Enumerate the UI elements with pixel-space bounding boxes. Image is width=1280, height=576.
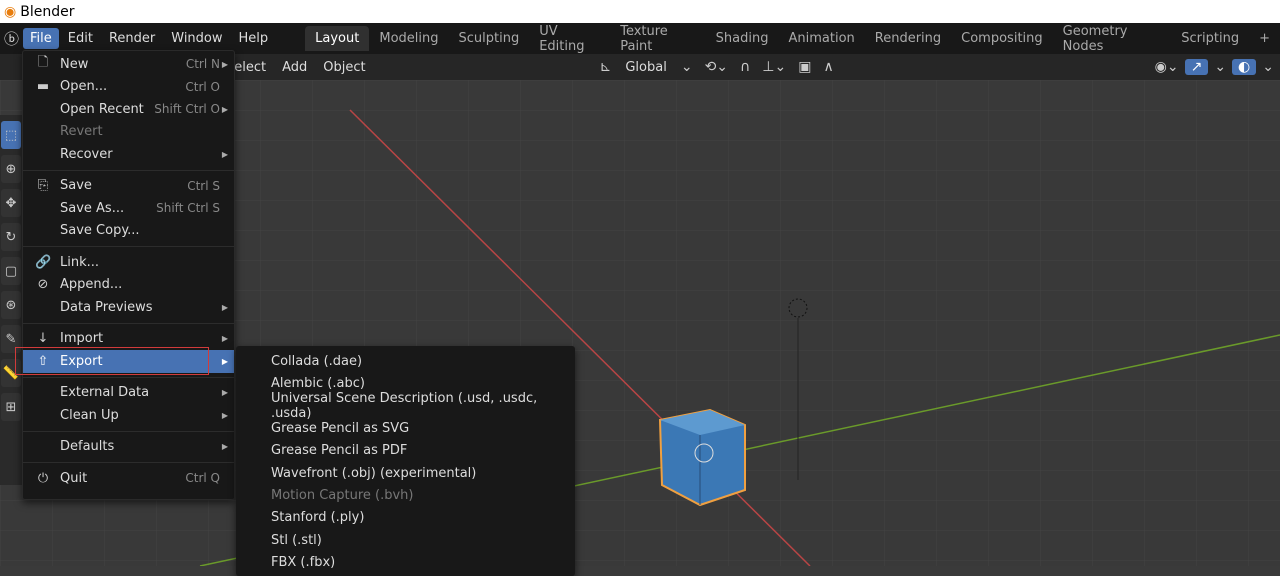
scale-icon[interactable]: ▢: [1, 257, 21, 285]
append-icon: ⊘: [37, 277, 49, 293]
menu-separator: [23, 376, 234, 378]
export-collada[interactable]: Collada (.dae): [236, 350, 575, 372]
pivot-icon[interactable]: ⟲⌄: [699, 59, 734, 75]
menu-item-link[interactable]: 🔗 Link...: [23, 251, 234, 274]
window-title: Blender: [20, 3, 75, 20]
export-grease-pencil-pdf[interactable]: Grease Pencil as PDF: [236, 440, 575, 462]
menu-item-new[interactable]: 🗋 New Ctrl N ▶: [23, 53, 234, 76]
menu-item-open-recent[interactable]: Open Recent Shift Ctrl O ▶: [23, 98, 234, 121]
transform-icon[interactable]: ⊛: [1, 291, 21, 319]
file-menu: 🗋 New Ctrl N ▶ ▬ Open... Ctrl O Open Recent Sh…: [22, 50, 235, 500]
menu-file[interactable]: File: [23, 28, 59, 49]
menu-item-append[interactable]: ⊘ Append...: [23, 274, 234, 297]
tab-texture-paint[interactable]: Texture Paint: [610, 19, 705, 59]
submenu-arrow-icon: ▶: [221, 442, 228, 452]
menu-item-external-data[interactable]: External Data ▶: [23, 382, 234, 405]
snap-target-icon[interactable]: ⊥⌄: [756, 59, 792, 75]
tab-scripting[interactable]: Scripting: [1171, 26, 1249, 51]
folder-icon: ▬: [36, 79, 50, 95]
menu-item-recover[interactable]: Recover ▶: [23, 143, 234, 166]
chevron-down-icon[interactable]: ⌄: [1208, 59, 1232, 75]
menu-edit[interactable]: Edit: [61, 28, 100, 49]
submenu-arrow-icon: ▶: [221, 302, 228, 312]
submenu-arrow-icon: ▶: [221, 410, 228, 420]
menu-item-clean-up[interactable]: Clean Up ▶: [23, 404, 234, 427]
submenu-arrow-icon: ▶: [221, 59, 228, 69]
menu-help[interactable]: Help: [232, 28, 276, 49]
menu-render[interactable]: Render: [102, 28, 162, 49]
export-motion-capture: Motion Capture (.bvh): [271, 488, 414, 504]
export-fbx[interactable]: FBX (.fbx): [236, 552, 575, 574]
select-box-icon[interactable]: ⬚: [1, 121, 21, 149]
menu-separator: [23, 169, 234, 171]
orientation-dropdown[interactable]: Global: [617, 60, 674, 75]
proportional-edit-icon[interactable]: ▣: [792, 59, 817, 75]
add-workspace-button[interactable]: +: [1249, 26, 1280, 51]
export-usd[interactable]: Universal Scene Description (.usd, .usdc…: [236, 391, 575, 421]
visibility-icon[interactable]: ◉⌄: [1149, 59, 1185, 75]
menu-add[interactable]: Add: [274, 60, 315, 75]
menu-item-open[interactable]: ▬ Open... Ctrl O: [23, 76, 234, 99]
snap-icon[interactable]: ∩: [734, 59, 756, 75]
menu-item-save-copy[interactable]: Save Copy...: [23, 220, 234, 243]
new-file-icon: 🗋: [37, 55, 49, 71]
menu-window[interactable]: Window: [164, 28, 229, 49]
export-submenu: Collada (.dae) Alembic (.abc) Universal …: [236, 346, 575, 576]
chevron-down-icon[interactable]: ⌄: [675, 59, 699, 75]
gizmo-icon[interactable]: ↗: [1184, 59, 1209, 75]
export-wavefront-obj[interactable]: Wavefront (.obj) (experimental): [236, 462, 575, 484]
rotate-icon[interactable]: ↻: [1, 223, 21, 251]
submenu-arrow-icon: ▶: [221, 388, 228, 398]
save-icon: ⎘: [37, 178, 49, 194]
chevron-down-icon[interactable]: ⌄: [1256, 59, 1280, 75]
tab-layout[interactable]: Layout: [305, 26, 370, 51]
export-stl[interactable]: Stl (.stl): [236, 529, 575, 551]
falloff-icon[interactable]: ∧: [817, 59, 839, 75]
tab-uv-editing[interactable]: UV Editing: [529, 19, 610, 59]
import-icon: ↓: [37, 331, 49, 347]
power-icon: ⏻: [37, 470, 49, 486]
tab-rendering[interactable]: Rendering: [865, 26, 951, 51]
submenu-arrow-icon: ▶: [221, 149, 228, 159]
tab-sculpting[interactable]: Sculpting: [449, 26, 530, 51]
menu-separator: [23, 322, 234, 324]
menu-item-data-previews[interactable]: Data Previews ▶: [23, 296, 234, 319]
cursor-icon[interactable]: ⊕: [1, 155, 21, 183]
add-cube-icon[interactable]: ⊞: [1, 393, 21, 421]
cube-object: [658, 408, 746, 507]
menu-item-defaults[interactable]: Defaults ▶: [23, 436, 234, 459]
submenu-arrow-icon: ▶: [221, 356, 228, 366]
menu-item-save-as[interactable]: Save As... Shift Ctrl S: [23, 197, 234, 220]
export-stanford-ply[interactable]: Stanford (.ply): [236, 507, 575, 529]
submenu-arrow-icon: ▶: [221, 334, 228, 344]
blender-logo-icon: ◉: [4, 3, 17, 20]
blender-menu-icon[interactable]: ⓑ: [0, 28, 23, 49]
tab-compositing[interactable]: Compositing: [951, 26, 1053, 51]
highlight-box: [15, 347, 209, 375]
menu-separator: [23, 430, 234, 432]
move-icon[interactable]: ✥: [1, 189, 21, 217]
menu-item-save[interactable]: ⎘ Save Ctrl S: [23, 175, 234, 198]
tab-shading[interactable]: Shading: [706, 26, 779, 51]
menu-object[interactable]: Object: [315, 60, 373, 75]
tool-shelf: ⬚ ⊕ ✥ ↻ ▢ ⊛ ✎ 📏 ⊞: [0, 115, 22, 485]
overlay-icon[interactable]: ◐: [1232, 59, 1257, 75]
menu-separator: [23, 462, 234, 463]
menu-item-revert: Revert: [60, 124, 103, 140]
submenu-arrow-icon: ▶: [221, 104, 228, 114]
tab-geometry-nodes[interactable]: Geometry Nodes: [1053, 19, 1172, 59]
menu-separator: [23, 246, 234, 247]
link-icon: 🔗: [35, 254, 52, 270]
menu-item-quit[interactable]: ⏻ Quit Ctrl Q: [23, 467, 234, 490]
orientation-icon: ⊾: [599, 59, 612, 75]
tab-animation[interactable]: Animation: [778, 26, 864, 51]
tab-modeling[interactable]: Modeling: [369, 26, 448, 51]
